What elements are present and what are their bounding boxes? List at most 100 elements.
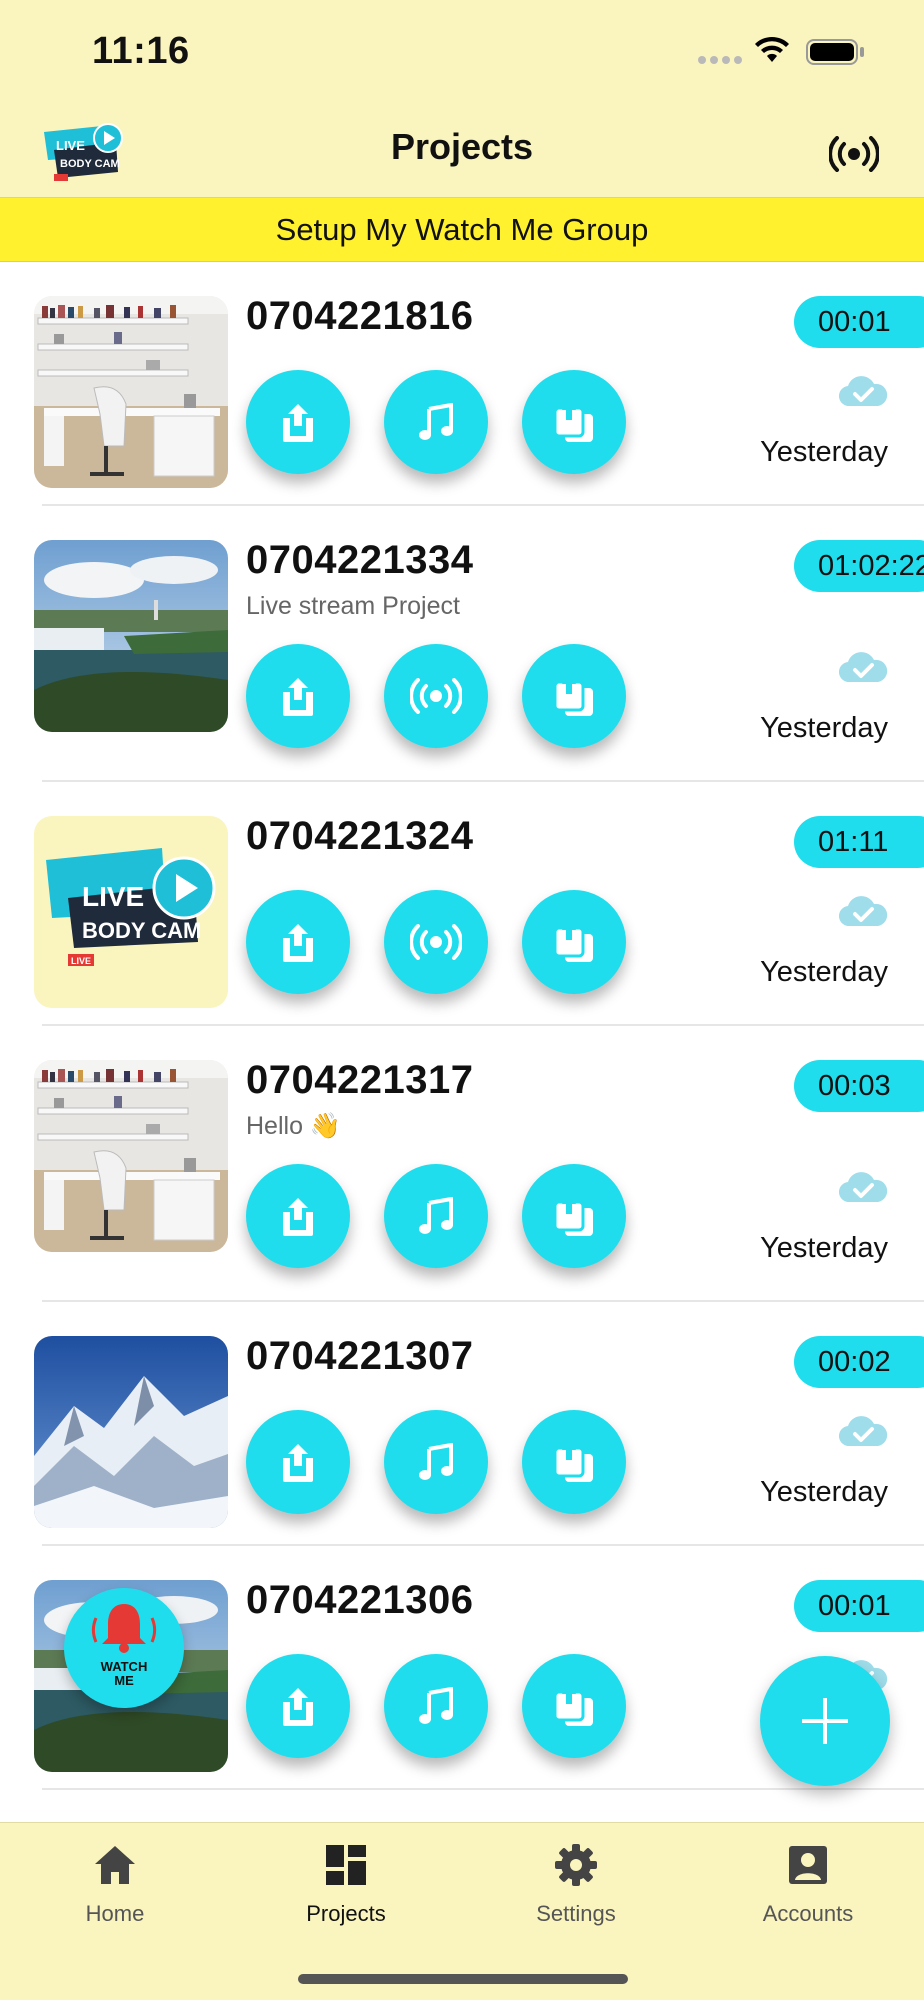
export-button[interactable]	[522, 1410, 626, 1514]
share-icon	[283, 404, 313, 442]
project-thumbnail[interactable]: LIVE BODY CAM LIVE	[34, 816, 228, 1008]
share-icon	[283, 678, 313, 716]
music-icon	[419, 1197, 453, 1234]
status-time: 11:16	[92, 30, 190, 72]
music-button[interactable]	[384, 1410, 488, 1514]
navigation-bar: LIVE BODY CAM Projects	[0, 110, 924, 198]
project-subtitle: Live stream Project	[246, 592, 460, 620]
live-stream-button[interactable]	[384, 890, 488, 994]
project-title: 0704221324	[246, 814, 474, 858]
music-button[interactable]	[384, 1164, 488, 1268]
project-date: Yesterday	[760, 436, 888, 468]
gear-icon	[555, 1844, 597, 1886]
share-icon	[283, 1198, 313, 1236]
project-list-item[interactable]: 0704221816 00:01 Yesterday	[0, 262, 924, 506]
project-list-item[interactable]: LIVE BODY CAM LIVE 0704221324 01:11 Yesterday	[0, 782, 924, 1026]
music-button[interactable]	[384, 1654, 488, 1758]
project-list-item[interactable]: 0704221307 00:02 Yesterday	[0, 1302, 924, 1546]
export-button[interactable]	[522, 890, 626, 994]
export-button[interactable]	[522, 1164, 626, 1268]
project-title: 0704221334	[246, 538, 474, 582]
home-indicator	[298, 1974, 628, 1984]
project-thumbnail[interactable]	[34, 1060, 228, 1252]
tab-accounts[interactable]: Accounts	[718, 1841, 898, 1941]
duration-badge: 00:01	[794, 1580, 924, 1632]
project-title: 0704221306	[246, 1578, 474, 1622]
broadcast-icon	[829, 136, 879, 172]
plus-icon	[802, 1698, 848, 1744]
share-icon	[283, 1444, 313, 1482]
broadcast-button[interactable]	[824, 124, 884, 184]
svg-text:BODY CAM: BODY CAM	[82, 918, 201, 943]
duration-badge: 01:02:22	[794, 540, 924, 592]
music-icon	[419, 1443, 453, 1480]
watch-me-button[interactable]: WATCH ME	[64, 1588, 184, 1708]
export-button[interactable]	[522, 1654, 626, 1758]
setup-watch-me-banner[interactable]: Setup My Watch Me Group	[0, 198, 924, 262]
battery-icon	[806, 39, 864, 65]
cloud-synced-icon	[838, 376, 888, 407]
project-title: 0704221317	[246, 1058, 474, 1102]
broadcast-icon	[410, 678, 462, 714]
export-button[interactable]	[522, 370, 626, 474]
project-thumbnail[interactable]	[34, 296, 228, 488]
watch-me-label: WATCH ME	[100, 1659, 148, 1688]
svg-text:LIVE: LIVE	[71, 956, 91, 966]
export-button[interactable]	[522, 644, 626, 748]
tab-settings-label: Settings	[536, 1901, 616, 1926]
status-bar: 11:16	[0, 0, 924, 110]
project-list-item[interactable]: 0704221334 Live stream Project 01:02:22 Yes…	[0, 506, 924, 782]
account-icon	[789, 1846, 827, 1884]
home-icon	[95, 1846, 135, 1884]
duplicate-share-icon	[553, 922, 593, 962]
alarm-bell-icon	[91, 1604, 157, 1653]
project-title: 0704221307	[246, 1334, 474, 1378]
duplicate-share-icon	[553, 1686, 593, 1726]
duration-badge: 01:11	[794, 816, 924, 868]
cloud-synced-icon	[838, 652, 888, 683]
share-icon	[283, 924, 313, 962]
page-title: Projects	[390, 126, 534, 167]
project-date: Yesterday	[760, 1232, 888, 1264]
duplicate-share-icon	[553, 402, 593, 442]
tab-home[interactable]: Home	[25, 1841, 205, 1941]
project-date: Yesterday	[760, 712, 888, 744]
project-date: Yesterday	[760, 956, 888, 988]
tab-home-label: Home	[85, 1901, 145, 1926]
broadcast-icon	[410, 924, 462, 960]
project-thumbnail[interactable]	[34, 1336, 228, 1528]
music-button[interactable]	[384, 370, 488, 474]
share-button[interactable]	[246, 890, 350, 994]
cloud-synced-icon	[838, 896, 888, 927]
share-button[interactable]	[246, 1164, 350, 1268]
thumbnail-waterfall-image	[34, 540, 228, 732]
live-stream-button[interactable]	[384, 644, 488, 748]
tab-accounts-label: Accounts	[762, 1901, 854, 1926]
thumbnail-mountain-image	[34, 1336, 228, 1528]
cloud-synced-icon	[838, 1172, 888, 1203]
duration-badge: 00:02	[794, 1336, 924, 1388]
thumbnail-logo-image: LIVE BODY CAM LIVE	[34, 816, 228, 1008]
project-date: Yesterday	[760, 1476, 888, 1508]
project-title: 0704221816	[246, 294, 474, 338]
thumbnail-office-image	[34, 1060, 228, 1252]
project-list-item[interactable]: 0704221317 Hello 👋 00:03 Yesterday	[0, 1026, 924, 1302]
cloud-synced-icon	[838, 1416, 888, 1447]
share-icon	[283, 1688, 313, 1726]
duration-badge: 00:03	[794, 1060, 924, 1112]
duplicate-share-icon	[553, 1442, 593, 1482]
row-divider	[42, 1788, 924, 1790]
share-button[interactable]	[246, 1410, 350, 1514]
project-thumbnail[interactable]	[34, 540, 228, 732]
tab-projects-label: Projects	[306, 1901, 386, 1926]
tab-settings[interactable]: Settings	[486, 1841, 666, 1941]
tab-projects[interactable]: Projects	[256, 1841, 436, 1941]
share-button[interactable]	[246, 1654, 350, 1758]
share-button[interactable]	[246, 644, 350, 748]
share-button[interactable]	[246, 370, 350, 474]
add-project-button[interactable]	[760, 1656, 890, 1786]
duplicate-share-icon	[553, 1196, 593, 1236]
dashboard-icon	[326, 1845, 366, 1885]
music-icon	[419, 1687, 453, 1724]
thumbnail-office-image	[34, 296, 228, 488]
